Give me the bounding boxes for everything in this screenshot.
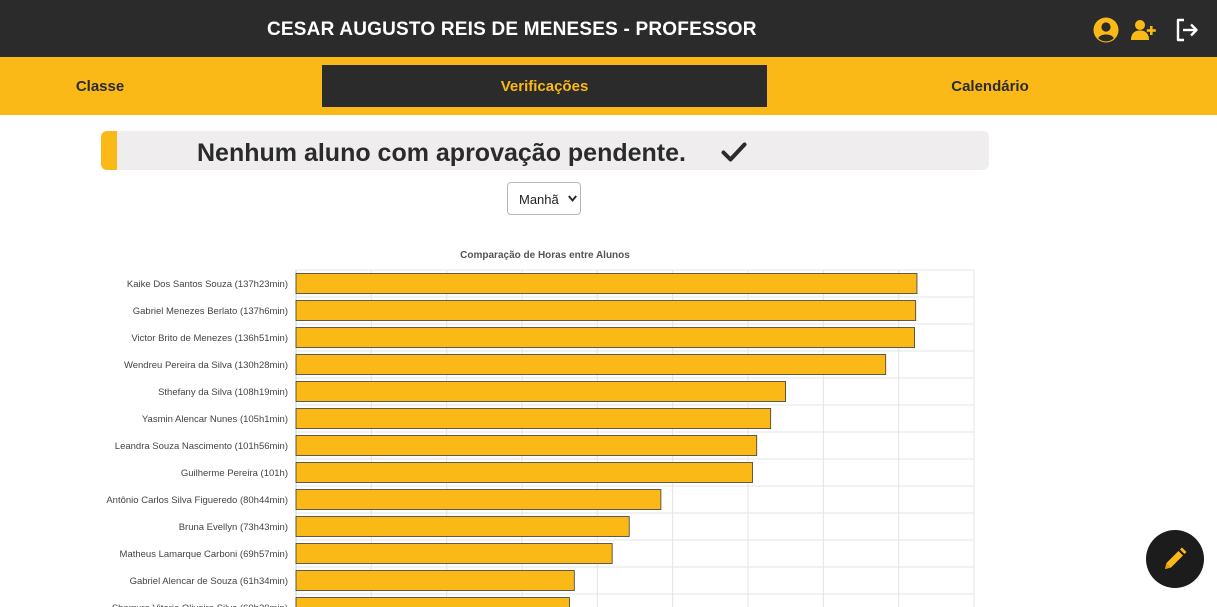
pencil-icon: [1165, 547, 1187, 569]
chart-bar[interactable]: [295, 597, 570, 607]
chart-bar[interactable]: [295, 300, 917, 321]
y-tick-label: Bruna Evellyn (73h43min): [179, 522, 288, 533]
chart-bar[interactable]: [295, 570, 575, 591]
y-tick-label: Kaike Dos Santos Souza (137h23min): [127, 279, 288, 290]
y-tick-label: Wendreu Pereira da Silva (130h28min): [124, 360, 288, 371]
y-tick-label: Shamyra Vitoria Oliveira Silva (60h30min…: [112, 603, 288, 607]
chart-bar[interactable]: [295, 354, 887, 375]
y-tick-label: Matheus Lamarque Carboni (69h57min): [120, 549, 288, 560]
y-tick-label: Victor Brito de Menezes (136h51min): [131, 333, 288, 344]
y-tick-label: Antônio Carlos Silva Figueredo (80h44min…: [106, 495, 288, 506]
y-tick-label: Leandra Souza Nascimento (101h56min): [115, 441, 288, 452]
chart-bar[interactable]: [295, 489, 662, 510]
chart-bar[interactable]: [295, 327, 915, 348]
y-tick-label: Sthefany da Silva (108h19min): [158, 387, 288, 398]
chart-bar[interactable]: [295, 543, 613, 564]
chart-bar[interactable]: [295, 462, 753, 483]
y-tick-label: Gabriel Alencar de Souza (61h34min): [130, 576, 288, 587]
chart-bar[interactable]: [295, 273, 918, 294]
y-tick-label: Gabriel Menezes Berlato (137h6min): [133, 306, 288, 317]
chart-bar[interactable]: [295, 435, 758, 456]
chart-bar[interactable]: [295, 408, 772, 429]
y-tick-label: Guilherme Pereira (101h): [181, 468, 288, 479]
hours-bar-chart: Kaike Dos Santos Souza (137h23min) Gabrie…: [106, 269, 975, 607]
y-tick-label: Yasmin Alencar Nunes (105h1min): [142, 414, 288, 425]
chart-bar[interactable]: [295, 516, 630, 537]
chart-bar[interactable]: [295, 381, 787, 402]
edit-fab-button[interactable]: [1146, 530, 1204, 588]
